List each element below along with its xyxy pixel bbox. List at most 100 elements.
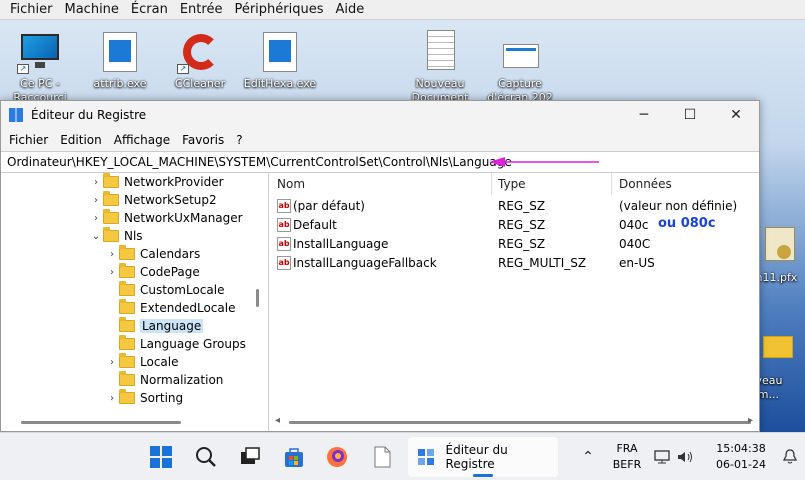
address-bar[interactable]: Ordinateur\HKEY_LOCAL_MACHINE\SYSTEM\Cur… [1, 151, 759, 173]
taskbar-firefox[interactable] [323, 443, 351, 471]
tree-node[interactable]: › Calendars [105, 245, 200, 263]
value-name: InstallLanguageFallback [293, 256, 437, 270]
chevron-up-icon: ⌃ [582, 449, 594, 465]
volume-icon[interactable] [676, 443, 696, 471]
chevron-right-icon[interactable]: › [89, 195, 103, 206]
scroll-right-icon[interactable]: ▸ [748, 415, 753, 426]
folder-icon [103, 227, 119, 242]
tree-node-label: CustomLocale [140, 283, 225, 297]
tree-node[interactable]: CustomLocale [105, 281, 224, 299]
desktop-icon-attrib[interactable]: attrib.exe [82, 30, 158, 91]
tree-node[interactable]: › Locale [105, 353, 178, 371]
tree-node[interactable]: Normalization [105, 371, 223, 389]
tree-node[interactable]: › NetworkSetup2 [89, 191, 217, 209]
value-type: REG_SZ [498, 199, 546, 213]
start-button[interactable] [147, 443, 175, 471]
scroll-left-icon[interactable]: ◂ [275, 415, 280, 426]
chevron-right-icon[interactable]: › [105, 267, 119, 278]
value-row[interactable]: ab Default REG_SZ 040c ou 080c [269, 216, 759, 235]
chevron-down-icon[interactable]: ⌄ [89, 231, 103, 242]
annotation-text: ou 080c [658, 216, 716, 231]
value-row[interactable]: ab InstallLanguageFallback REG_MULTI_SZ … [269, 254, 759, 273]
desktop-icon-this-pc[interactable]: ↗ Ce PC - Raccourci [2, 30, 78, 105]
menu-fichier[interactable]: Fichier [3, 133, 54, 147]
chevron-right-icon[interactable]: › [89, 213, 103, 224]
tree-node[interactable]: › NetworkProvider [89, 173, 224, 191]
value-row[interactable]: ab InstallLanguage REG_SZ 040C [269, 235, 759, 254]
regedit-icon [9, 108, 23, 122]
tree-node[interactable]: › NetworkUxManager [89, 209, 243, 227]
taskbar-notepad[interactable] [368, 443, 396, 471]
task-view-button[interactable] [236, 443, 264, 471]
tree-horizontal-scrollbar[interactable] [1, 413, 248, 431]
executable-icon [257, 30, 303, 74]
folder-icon [119, 281, 135, 296]
lang-top: FRA [616, 442, 638, 455]
image-file-icon [497, 30, 543, 74]
desktop-icon-nouveau-document[interactable]: Nouveau Document [402, 30, 478, 105]
list-horizontal-scrollbar[interactable]: ◂ ▸ [269, 413, 759, 431]
tree-node-label: NetworkSetup2 [124, 193, 217, 207]
desktop-icon-edithexa[interactable]: EditHexa.exe [242, 30, 318, 91]
menu-help[interactable]: ? [230, 133, 248, 147]
desktop-icon-label: CCleaner [174, 77, 226, 90]
tree-vertical-scrollbar[interactable] [248, 173, 268, 413]
vbox-menu-fichier[interactable]: Fichier [4, 2, 59, 17]
network-icon[interactable] [652, 443, 672, 471]
column-divider[interactable] [611, 173, 612, 195]
value-name: (par défaut) [293, 199, 365, 213]
vbox-menu-machine[interactable]: Machine [59, 2, 125, 17]
tree-node-label: Normalization [140, 373, 224, 387]
menu-edition[interactable]: Edition [54, 133, 108, 147]
tree-node[interactable]: ExtendedLocale [105, 299, 235, 317]
folder-icon [119, 263, 135, 278]
vbox-menu-peripheriques[interactable]: Périphériques [228, 2, 329, 17]
window-title: Éditeur du Registre [31, 108, 147, 122]
search-button[interactable] [192, 443, 220, 471]
taskbar-store[interactable] [280, 443, 308, 471]
tree-node[interactable]: ⌄ Nls [89, 227, 143, 245]
maximize-button[interactable]: ☐ [667, 101, 713, 129]
title-bar[interactable]: Éditeur du Registre ─ ☐ ✕ [1, 101, 759, 129]
value-data: 040C [619, 237, 651, 251]
language-indicator[interactable]: FRA BEFR [608, 441, 646, 473]
chevron-right-icon[interactable]: › [105, 393, 119, 404]
close-button[interactable]: ✕ [713, 101, 759, 129]
tree-node[interactable]: Language [105, 317, 204, 335]
tree-node-label: Language Groups [140, 337, 246, 351]
tree-node[interactable]: › Sorting [105, 389, 183, 407]
values-list: Nom Type Données ab (par défaut) REG_SZ … [269, 173, 759, 431]
desktop-icon-ccleaner[interactable]: ↗ CCleaner [162, 30, 238, 91]
string-value-icon: ab [277, 256, 291, 270]
taskbar-regedit[interactable]: Éditeur du Registre [408, 437, 558, 477]
value-data: (valeur non définie) [619, 199, 738, 213]
column-header-name[interactable]: Nom [277, 173, 305, 195]
vbox-menu-entree[interactable]: Entrée [174, 2, 229, 17]
string-value-icon: ab [277, 199, 291, 213]
minimize-button[interactable]: ─ [621, 101, 667, 129]
chevron-right-icon[interactable]: › [105, 357, 119, 368]
computer-icon: ↗ [17, 30, 63, 74]
vbox-menu-aide[interactable]: Aide [330, 2, 371, 17]
menu-affichage[interactable]: Affichage [108, 133, 176, 147]
chevron-right-icon[interactable]: › [105, 249, 119, 260]
vbox-menu-ecran[interactable]: Écran [125, 2, 174, 17]
panes: › NetworkProvider › NetworkSetup2 › NetworkUx… [1, 173, 759, 431]
tree-node-label: Calendars [140, 247, 201, 261]
column-divider[interactable] [491, 173, 492, 195]
clock[interactable]: 15:04:38 06-01-24 [706, 441, 776, 473]
notifications-button[interactable] [779, 443, 801, 471]
desktop-icon-capture[interactable]: Capture d'écran 202 [482, 30, 558, 105]
show-hidden-icons-button[interactable]: ⌃ [574, 443, 602, 471]
column-header-data[interactable]: Données [619, 173, 672, 195]
chevron-right-icon[interactable]: › [89, 177, 103, 188]
value-data: en-US [619, 256, 655, 270]
annotation-arrow-icon [489, 157, 599, 167]
text-file-icon [417, 30, 463, 74]
ccleaner-icon: ↗ [177, 30, 223, 74]
value-row[interactable]: ab (par défaut) REG_SZ (valeur non défin… [269, 197, 759, 216]
tree-node[interactable]: › CodePage [105, 263, 200, 281]
menu-favoris[interactable]: Favoris [176, 133, 230, 147]
column-header-type[interactable]: Type [498, 173, 526, 195]
tree-node[interactable]: Language Groups [105, 335, 246, 353]
